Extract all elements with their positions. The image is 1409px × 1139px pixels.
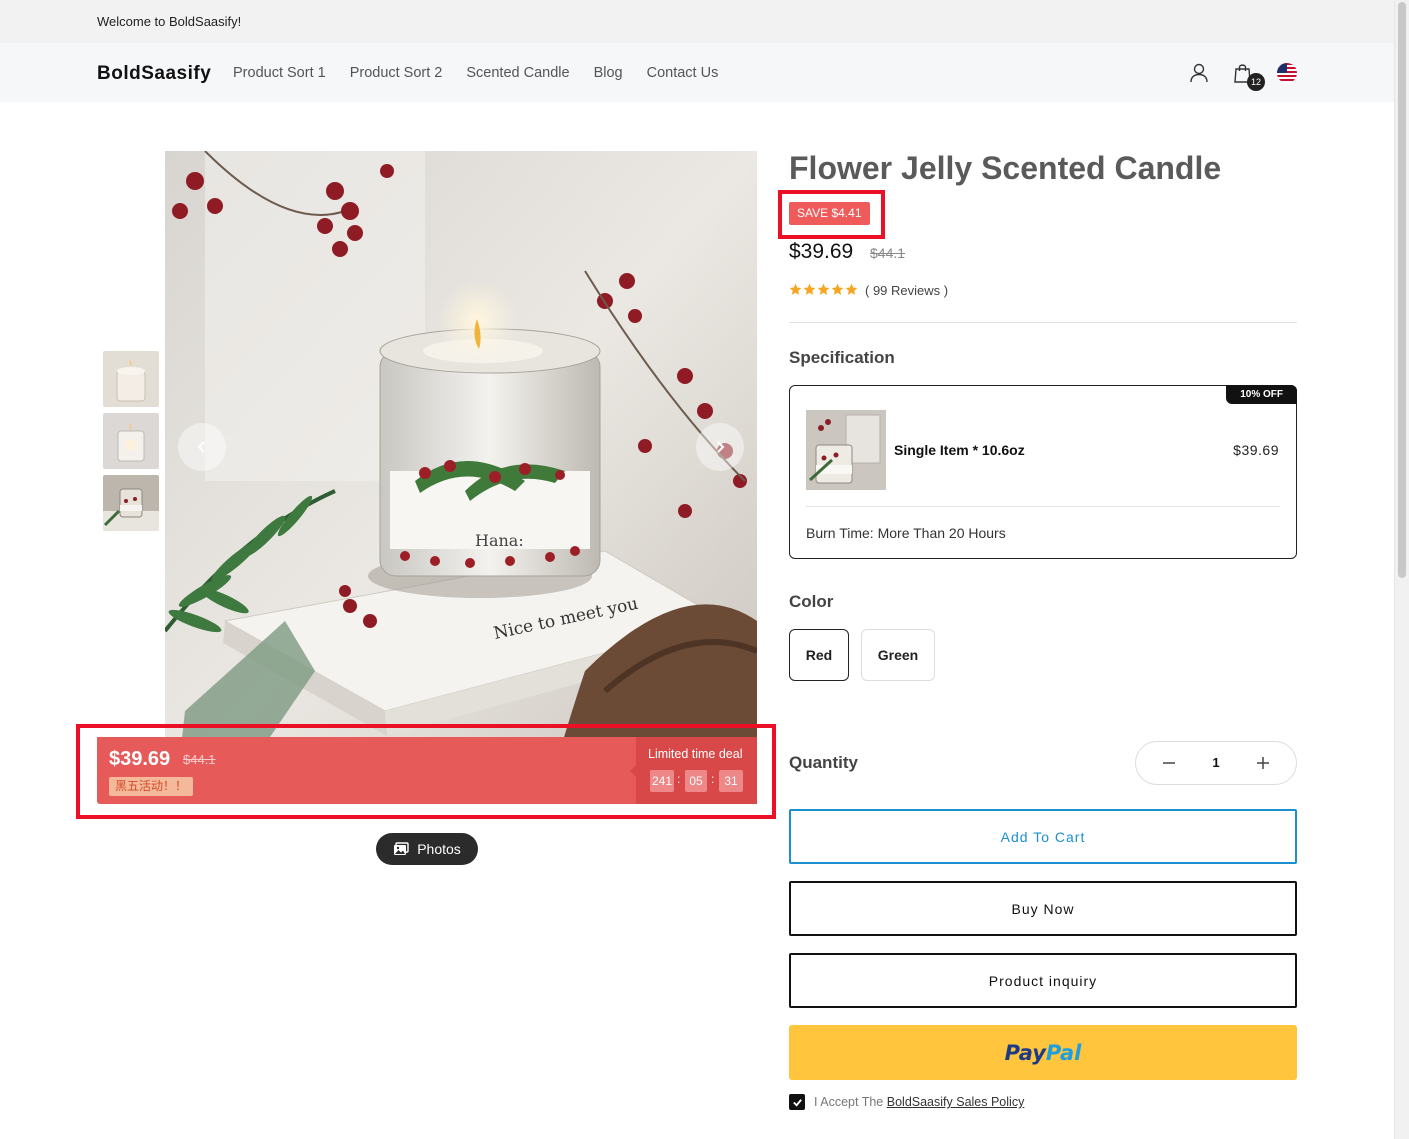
discount-badge: 10% OFF [1226,385,1297,404]
reviews-link[interactable]: ( 99 Reviews ) [865,283,948,298]
star-icon [817,283,830,295]
announcement-text: Welcome to BoldSaasify! [97,14,242,29]
policy-checkbox[interactable] [789,1094,805,1110]
main-nav: Product Sort 1 Product Sort 2 Scented Ca… [233,65,742,81]
quantity-value[interactable]: 1 [1196,755,1236,770]
spec-item-price: $39.69 [1233,442,1279,458]
save-highlight-box [778,190,885,239]
minus-icon [1163,762,1175,764]
specification-option[interactable]: 10% OFF Single Item * 10.6oz $39.69 Burn… [789,385,1297,559]
announcement-bar: Welcome to BoldSaasify! [0,0,1394,43]
product-old-price: $44.1 [870,245,906,261]
nav-blog[interactable]: Blog [594,65,623,81]
user-icon[interactable] [1188,62,1210,84]
buy-now-button[interactable]: Buy Now [789,881,1297,936]
star-icon [803,283,816,295]
product-price: $39.69 [789,240,854,263]
nav-contact-us[interactable]: Contact Us [647,65,719,81]
quantity-stepper: 1 [1135,741,1297,785]
product-thumbnail-1[interactable] [103,351,159,407]
quantity-label: Quantity [789,753,858,772]
sales-policy-link[interactable]: BoldSaasify Sales Policy [887,1095,1025,1109]
product-inquiry-button[interactable]: Product inquiry [789,953,1297,1008]
quantity-decrease-button[interactable] [1147,742,1191,784]
chevron-right-icon [717,441,725,453]
photos-button[interactable]: Photos [376,833,478,865]
checkmark-icon [792,1098,802,1107]
site-header: BoldSaasify Product Sort 1 Product Sort … [0,43,1394,102]
photos-button-label: Photos [417,841,461,857]
star-icon [831,283,844,295]
specification-label: Specification [789,348,895,367]
paypal-button[interactable]: Pay Pal [789,1025,1297,1080]
nav-product-sort-1[interactable]: Product Sort 1 [233,65,326,81]
rating-stars [789,283,858,296]
product-title: Flower Jelly Scented Candle [789,150,1222,186]
quantity-increase-button[interactable] [1241,742,1285,784]
sales-policy-consent: I Accept The BoldSaasify Sales Policy [789,1094,1024,1110]
policy-prefix: I Accept The [814,1095,884,1109]
paypal-logo-pal: Pal [1045,1040,1082,1065]
product-thumbnail-3[interactable] [103,475,159,531]
svg-text:Hana:: Hana: [475,531,524,550]
site-logo[interactable]: BoldSaasify [97,63,211,85]
nav-product-sort-2[interactable]: Product Sort 2 [350,65,443,81]
color-option-green[interactable]: Green [861,629,935,681]
add-to-cart-button[interactable]: Add To Cart [789,809,1297,864]
gallery-prev-button[interactable] [178,423,226,471]
deal-highlight-box [76,724,776,819]
spec-item-image [806,410,886,490]
paypal-logo-pay: Pay [1004,1040,1046,1065]
product-main-image[interactable]: Nice to meet you Hana: [165,151,757,803]
cart-count-badge: 12 [1247,73,1265,91]
gallery-next-button[interactable] [696,423,744,471]
product-thumbnail-2[interactable] [103,413,159,469]
us-flag-icon[interactable] [1277,63,1297,83]
star-icon [845,283,858,295]
star-icon [789,283,802,295]
chevron-left-icon [197,441,205,453]
thumbnail-list [103,351,159,537]
nav-scented-candle[interactable]: Scented Candle [466,65,569,81]
color-option-red[interactable]: Red [789,629,849,681]
spec-item-name: Single Item * 10.6oz [894,442,1025,458]
scrollbar-thumb[interactable] [1398,2,1406,578]
image-gallery-icon [394,842,409,855]
page-scrollbar[interactable] [1394,0,1409,1139]
spec-burn-time: Burn Time: More Than 20 Hours [806,525,1006,541]
plus-icon [1257,757,1269,769]
divider [789,322,1297,323]
color-label: Color [789,592,834,611]
divider [806,506,1280,507]
